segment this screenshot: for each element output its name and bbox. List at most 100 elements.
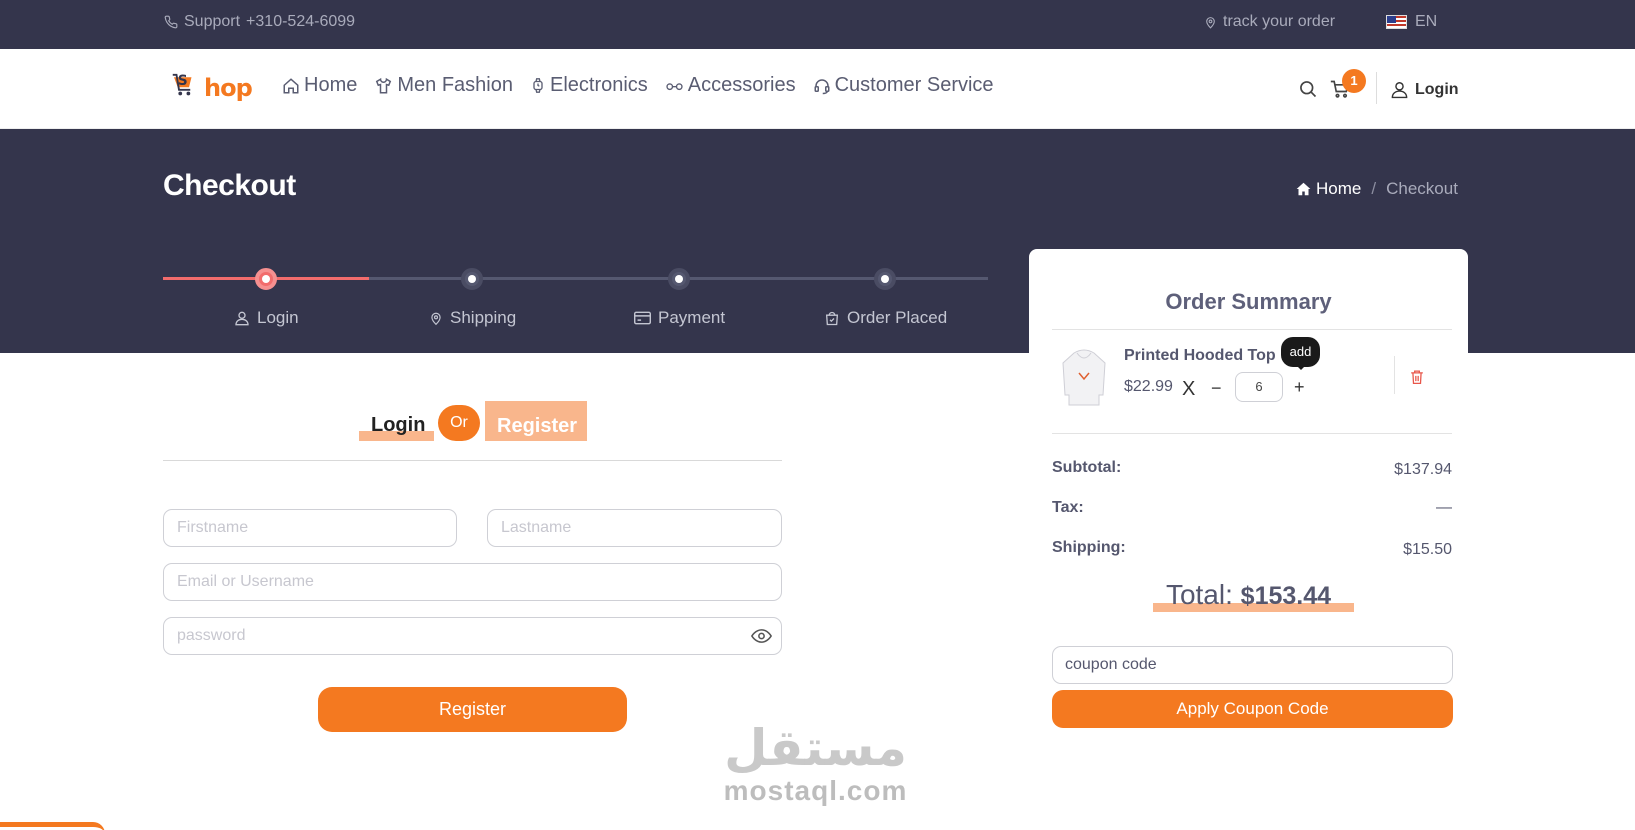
tab-register-label: Register [497, 415, 578, 437]
logo-cart-icon: S [172, 73, 192, 96]
total-value: $153.44 [1240, 582, 1332, 610]
tab-login[interactable]: Login [359, 401, 434, 441]
tshirt-icon [376, 77, 392, 93]
step-dot-payment[interactable] [668, 268, 690, 290]
breadcrumb-home[interactable]: Home [1296, 179, 1361, 199]
quantity-decrease-button[interactable]: − [1211, 378, 1222, 399]
item-divider [1394, 356, 1395, 394]
top-bar: Support +310-524-6099 track your order E… [0, 0, 1635, 49]
register-button[interactable]: Register [318, 687, 627, 732]
eye-icon[interactable] [751, 627, 772, 645]
tab-login-label: Login [371, 414, 426, 436]
shipping-label: Shipping: [1052, 539, 1126, 556]
nav-item-electronics[interactable]: Electronics [530, 74, 648, 97]
step-shipping[interactable]: Shipping [429, 308, 516, 328]
trash-icon[interactable] [1410, 369, 1424, 385]
home-icon [1296, 182, 1311, 196]
nav-item-customer-service[interactable]: Customer Service [813, 74, 994, 97]
firstname-placeholder: Firstname [177, 519, 249, 536]
summary-divider [1052, 329, 1452, 330]
login-link[interactable]: Login [1390, 80, 1459, 99]
add-tooltip: add [1281, 337, 1320, 370]
step-payment[interactable]: Payment [634, 308, 725, 328]
email-field[interactable]: Email or Username [163, 563, 782, 601]
nav-item-accessories[interactable]: Accessories [665, 74, 796, 97]
page-title: Checkout [163, 169, 296, 202]
tabs-divider [163, 460, 782, 461]
breadcrumb-separator: / [1371, 179, 1377, 198]
glasses-icon [666, 82, 683, 90]
support-label: Support [184, 13, 241, 30]
step-dot-shipping[interactable] [461, 268, 483, 290]
watch-icon [533, 78, 543, 93]
subtotal-value: $137.94 [1394, 461, 1452, 478]
headset-icon [814, 78, 830, 94]
user-icon [235, 311, 249, 326]
nav-divider [1376, 72, 1377, 104]
password-field[interactable]: password [163, 617, 782, 655]
product-price: $22.99 [1124, 378, 1173, 395]
step-label: Shipping [450, 308, 517, 327]
product-name[interactable]: Printed Hooded Top [1124, 347, 1276, 365]
support-info[interactable]: Support +310-524-6099 [164, 13, 355, 31]
watermark-arabic: مستقل [724, 719, 907, 777]
login-label: Login [1415, 80, 1459, 98]
subtotal-label: Subtotal: [1052, 459, 1122, 476]
nav-label: Customer Service [834, 74, 994, 96]
firstname-field[interactable]: Firstname [163, 509, 457, 547]
mostaql-watermark: مستقل mostaql.com [713, 720, 918, 806]
location-pin-icon [431, 312, 441, 325]
watermark-latin: mostaql.com [723, 775, 908, 806]
order-summary-card: Order Summary Printed Hooded Top $22.99 … [1029, 249, 1468, 749]
step-dot-order-placed[interactable] [874, 268, 896, 290]
us-flag-icon [1386, 15, 1407, 29]
password-placeholder: password [177, 627, 246, 644]
language-label: EN [1415, 13, 1438, 30]
corner-decoration [0, 822, 105, 830]
step-label: Login [257, 308, 299, 327]
shop-logo[interactable]: S hop [166, 62, 253, 114]
step-dot-login[interactable] [255, 268, 277, 290]
shipping-value: $15.50 [1403, 541, 1452, 558]
nav-label: Men Fashion [397, 74, 513, 96]
times-sign: X [1182, 378, 1196, 400]
or-badge: Or [438, 405, 480, 441]
nav-item-men-fashion[interactable]: Men Fashion [374, 74, 513, 97]
step-label: Payment [658, 308, 726, 327]
lastname-field[interactable]: Lastname [487, 509, 782, 547]
user-icon [1391, 82, 1408, 99]
location-pin-icon [1206, 16, 1215, 29]
email-placeholder: Email or Username [177, 573, 314, 590]
breadcrumb-current: Checkout [1386, 179, 1458, 198]
nav-menu: Home Men Fashion Electronics Accessories… [282, 74, 994, 97]
quantity-increase-button[interactable]: + [1294, 377, 1305, 398]
breadcrumb: Home / Checkout [1296, 179, 1458, 199]
total-line: Total: $153.44 [1029, 579, 1468, 611]
nav-label: Home [304, 74, 358, 96]
order-summary-title: Order Summary [1165, 289, 1332, 314]
search-icon[interactable] [1298, 79, 1318, 99]
tab-register[interactable]: Register [485, 401, 587, 441]
language-selector[interactable]: EN [1386, 13, 1437, 31]
summary-divider [1052, 433, 1452, 434]
main-nav: S hop Home Men Fashion Electronics Acces… [0, 49, 1635, 129]
cart-count-badge: 1 [1342, 69, 1366, 93]
total-label: Total: [1165, 579, 1233, 610]
tax-value: — [1436, 499, 1452, 516]
step-login[interactable]: Login [234, 308, 299, 328]
tax-label: Tax: [1052, 499, 1084, 516]
logo-text: hop [204, 74, 253, 102]
quantity-input[interactable]: 6 [1235, 372, 1283, 402]
apply-coupon-button[interactable]: Apply Coupon Code [1052, 690, 1453, 728]
nav-item-home[interactable]: Home [282, 74, 357, 97]
bag-check-icon [825, 311, 839, 325]
nav-label: Electronics [549, 74, 648, 96]
track-order-label: track your order [1223, 13, 1336, 30]
phone-icon [164, 15, 178, 29]
product-image [1062, 349, 1106, 406]
coupon-input[interactable]: coupon code [1052, 646, 1453, 684]
support-phone[interactable]: +310-524-6099 [246, 13, 355, 31]
home-icon [283, 77, 299, 93]
step-order-placed[interactable]: Order Placed [824, 308, 947, 328]
track-order-link[interactable]: track your order [1204, 13, 1335, 31]
